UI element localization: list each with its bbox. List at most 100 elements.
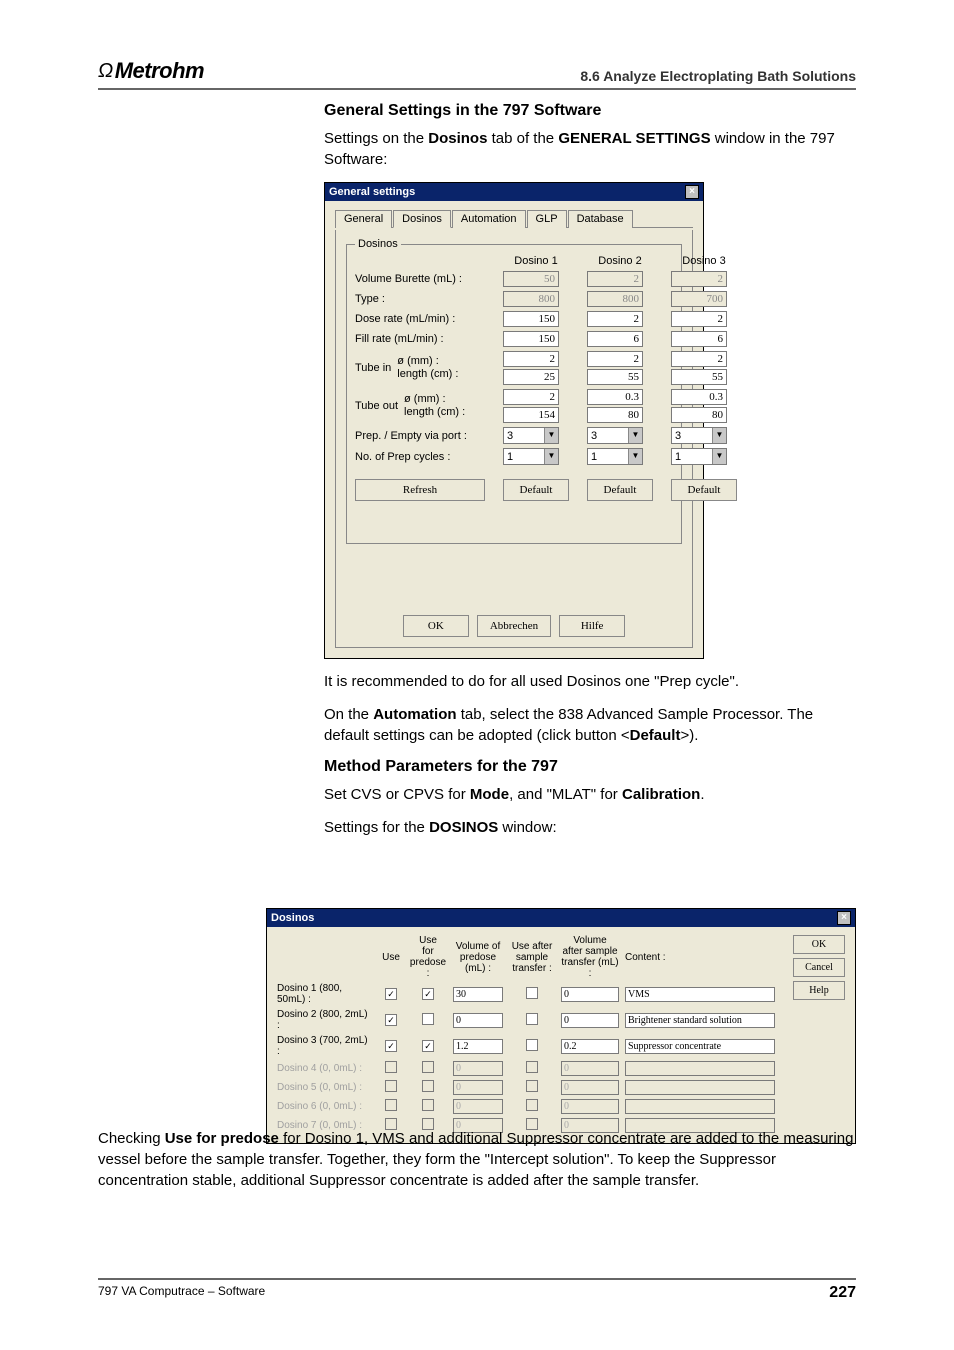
ok-button[interactable]: OK [793, 935, 845, 954]
content-input [625, 1099, 775, 1114]
content-input [625, 1061, 775, 1076]
use-checkbox[interactable]: ✓ [385, 1040, 397, 1052]
omega-icon: Ω [98, 60, 113, 83]
tab-general[interactable]: General [335, 210, 392, 228]
after-transfer-checkbox [526, 1061, 538, 1073]
dose-3[interactable] [671, 311, 727, 327]
refresh-button[interactable]: Refresh [355, 479, 485, 501]
help-button[interactable]: Hilfe [559, 615, 625, 637]
predose-volume-input[interactable] [453, 1039, 503, 1054]
intro-paragraph: Settings on the Dosinos tab of the GENER… [324, 128, 854, 170]
txt: Tube in [355, 362, 391, 374]
vol-1 [503, 271, 559, 287]
content-input[interactable] [625, 987, 775, 1002]
titlebar[interactable]: General settings × [325, 183, 703, 201]
chevron-down-icon[interactable]: ▼ [712, 449, 726, 464]
predose-volume-input [453, 1080, 503, 1095]
prep-2[interactable]: 3▼ [587, 427, 643, 444]
dosinos-window: Dosinos × Use Use for predose : Volume o… [266, 908, 856, 1144]
predose-volume-input[interactable] [453, 987, 503, 1002]
val: 1 [591, 451, 597, 463]
cancel-button[interactable]: Cancel [793, 958, 845, 977]
after-volume-input[interactable] [561, 1013, 619, 1028]
tubein-l-1[interactable] [503, 369, 559, 385]
th-after: Use after sample transfer : [509, 941, 555, 974]
use-checkbox [385, 1099, 397, 1111]
type-1 [503, 291, 559, 307]
chevron-down-icon[interactable]: ▼ [628, 449, 642, 464]
label-fill: Fill rate (mL/min) : [355, 333, 485, 345]
tubeout-l-1[interactable] [503, 407, 559, 423]
fill-3[interactable] [671, 331, 727, 347]
tubein-o-3[interactable] [671, 351, 727, 367]
dose-2[interactable] [587, 311, 643, 327]
after-transfer-checkbox[interactable] [526, 1039, 538, 1051]
predose-checkbox[interactable]: ✓ [422, 988, 434, 1000]
content-input[interactable] [625, 1039, 775, 1054]
dosinos-settings-intro: Settings for the DOSINOS window: [324, 817, 854, 838]
after-volume-input[interactable] [561, 1039, 619, 1054]
txt: length (cm) : [404, 406, 465, 419]
chevron-down-icon[interactable]: ▼ [544, 449, 558, 464]
cancel-button[interactable]: Abbrechen [477, 615, 551, 637]
ok-button[interactable]: OK [403, 615, 469, 637]
dialog-buttons: OK Abbrechen Hilfe [336, 615, 692, 637]
fill-1[interactable] [503, 331, 559, 347]
section-title-method: Method Parameters for the 797 [324, 758, 854, 776]
close-icon[interactable]: × [837, 911, 851, 925]
tubein-o-1[interactable] [503, 351, 559, 367]
tab-automation[interactable]: Automation [452, 210, 526, 228]
dose-1[interactable] [503, 311, 559, 327]
chevron-down-icon[interactable]: ▼ [712, 428, 726, 443]
fill-2[interactable] [587, 331, 643, 347]
tubeout-l-2[interactable] [587, 407, 643, 423]
after-transfer-checkbox[interactable] [526, 987, 538, 999]
tubeout-o-3[interactable] [671, 389, 727, 405]
chevron-down-icon[interactable]: ▼ [628, 428, 642, 443]
predose-checkbox[interactable]: ✓ [422, 1040, 434, 1052]
after-transfer-checkbox[interactable] [526, 1013, 538, 1025]
txt-bold: Dosinos [428, 130, 487, 147]
header-section: 8.6 Analyze Electroplating Bath Solution… [580, 68, 856, 84]
default-button-1[interactable]: Default [503, 479, 569, 501]
tubein-l-2[interactable] [587, 369, 643, 385]
tubein-o-2[interactable] [587, 351, 643, 367]
chevron-down-icon[interactable]: ▼ [544, 428, 558, 443]
predose-checkbox[interactable] [422, 1013, 434, 1025]
tubein-l-3[interactable] [671, 369, 727, 385]
dosino-row-label: Dosino 2 (800, 2mL) : [277, 1009, 373, 1031]
tab-database[interactable]: Database [568, 210, 633, 228]
after-volume-input [561, 1080, 619, 1095]
window-body: General Dosinos Automation GLP Database … [325, 201, 703, 658]
txt: Set CVS or CPVS for [324, 786, 470, 803]
txt: length (cm) : [397, 368, 458, 381]
use-checkbox[interactable]: ✓ [385, 988, 397, 1000]
default-button-2[interactable]: Default [587, 479, 653, 501]
default-button-3[interactable]: Default [671, 479, 737, 501]
after-volume-input[interactable] [561, 987, 619, 1002]
cycles-1[interactable]: 1▼ [503, 448, 559, 465]
main-content: General Settings in the 797 Software Set… [324, 102, 854, 850]
mode-paragraph: Set CVS or CPVS for Mode, and "MLAT" for… [324, 784, 854, 805]
titlebar[interactable]: Dosinos × [267, 909, 855, 927]
cycles-2[interactable]: 1▼ [587, 448, 643, 465]
tubeout-o-1[interactable] [503, 389, 559, 405]
prep-1[interactable]: 3▼ [503, 427, 559, 444]
tubeout-l-3[interactable] [671, 407, 727, 423]
txt: window: [498, 819, 556, 836]
tubeout-o-2[interactable] [587, 389, 643, 405]
tab-dosinos[interactable]: Dosinos [393, 210, 451, 228]
cycles-3[interactable]: 1▼ [671, 448, 727, 465]
close-icon[interactable]: × [685, 185, 699, 199]
txt: , and "MLAT" for [509, 786, 622, 803]
prep-3[interactable]: 3▼ [671, 427, 727, 444]
help-button[interactable]: Help [793, 981, 845, 1000]
predose-volume-input[interactable] [453, 1013, 503, 1028]
page-footer: 797 VA Computrace – Software 227 [98, 1278, 856, 1302]
content-input[interactable] [625, 1013, 775, 1028]
label-tubein: Tube in ø (mm) :length (cm) : [355, 355, 485, 381]
use-checkbox[interactable]: ✓ [385, 1014, 397, 1026]
tab-glp[interactable]: GLP [527, 210, 567, 228]
use-checkbox [385, 1061, 397, 1073]
th-content: Content : [625, 952, 775, 963]
